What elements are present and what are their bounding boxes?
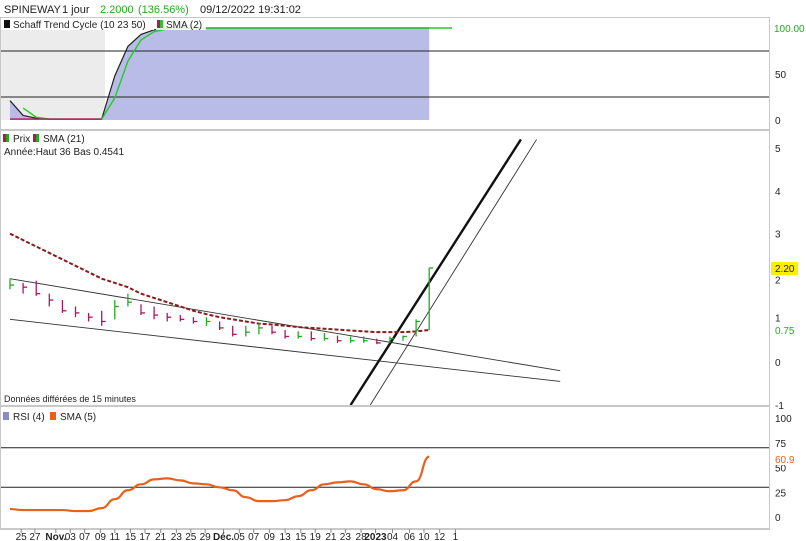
rsi-plot: [1, 447, 769, 513]
stc-legend-swatch: [4, 20, 10, 28]
rsi-sma-line: [9, 455, 430, 513]
trendline-4: [369, 139, 538, 405]
sma21-line: [9, 232, 430, 334]
sma-last-badge: 0.75: [771, 324, 798, 337]
stc-plot: [1, 27, 769, 120]
axes: 050-1012345025507510025 27 Nov.03 07 09 11 15 1…: [0, 70, 792, 541]
x-label-19: 15: [295, 532, 307, 541]
x-label-5: 07: [79, 532, 91, 541]
price-legend-label: Prix: [13, 134, 30, 145]
x-label-6: 09: [95, 532, 107, 541]
sma21-legend-swatch-red: [33, 134, 36, 142]
rsi-ytick-25: 25: [775, 488, 787, 499]
price-last-badge: 2.20: [771, 262, 798, 275]
x-label-1: 25: [16, 532, 28, 541]
x-label-15: 05: [234, 532, 246, 541]
rsi-legend-label: RSI (4): [13, 412, 45, 423]
x-label-14: Déc.: [213, 532, 234, 541]
x-label-27: 10: [418, 532, 430, 541]
price-ytick-3: 3: [775, 230, 781, 241]
x-label-28: 12: [434, 532, 446, 541]
x-label-3: Nov.: [45, 532, 66, 541]
trendline-3: [349, 138, 522, 405]
rsi-last-value: 60.9: [775, 455, 795, 466]
header-datetime: 09/12/2022 19:31:02: [200, 4, 301, 16]
sma21-legend-label: SMA (21): [43, 134, 85, 145]
x-label-13: 29: [200, 532, 212, 541]
stc-ytick-50: 50: [775, 70, 787, 81]
header-change: (136.56%): [138, 4, 189, 16]
price-ytick--1: -1: [775, 401, 784, 412]
rsi-ytick-100: 100: [775, 414, 792, 425]
x-label-26: 06: [404, 532, 416, 541]
x-label-10: 21: [155, 532, 167, 541]
price-legend: Prix SMA (21) Année:Haut 36 Bas 0.4541 D…: [3, 134, 136, 404]
rsi-last-badge: 60.9: [771, 453, 798, 466]
x-label-24: 2023: [364, 532, 387, 541]
stc-neutral-zone: [1, 30, 105, 120]
x-label-25: 04: [387, 532, 399, 541]
price-legend-swatch-red: [3, 134, 6, 142]
stc-ytick-0: 0: [775, 116, 781, 127]
trendline-2: [9, 318, 561, 382]
rsi-legend: RSI (4) SMA (5): [3, 412, 96, 423]
x-label-18: 13: [280, 532, 292, 541]
x-label-12: 25: [185, 532, 197, 541]
x-label-22: 23: [340, 532, 352, 541]
x-label-4: 03: [65, 532, 77, 541]
sma-last-value: 0.75: [775, 326, 795, 337]
rsi-ytick-0: 0: [775, 513, 781, 524]
rsi-ytick-75: 75: [775, 439, 787, 450]
header-period: 1 jour: [62, 4, 90, 16]
stc-sma-swatch-green: [160, 20, 163, 28]
x-label-11: 23: [171, 532, 183, 541]
price-ytick-2: 2: [775, 276, 781, 287]
stc-legend: Schaff Trend Cycle (10 23 50) SMA (2): [1, 18, 206, 31]
rsi-sma-legend-label: SMA (5): [60, 412, 96, 423]
x-label-29: 1: [453, 532, 459, 541]
price-ytick-5: 5: [775, 144, 781, 155]
price-legend-swatch-green: [6, 134, 9, 142]
rsi-legend-swatch: [3, 412, 9, 420]
stc-legend-label: Schaff Trend Cycle (10 23 50): [13, 20, 146, 31]
rsi-panel-frame: [0, 406, 770, 529]
x-label-17: 09: [264, 532, 276, 541]
stc-last-badge: 100.00: [771, 22, 805, 35]
price-plot: [9, 138, 561, 405]
stc-sma-swatch-red: [157, 20, 160, 28]
x-label-20: 19: [310, 532, 322, 541]
header-price: 2.2000: [100, 4, 134, 16]
x-label-21: 21: [325, 532, 337, 541]
stc-sma-legend-label: SMA (2): [166, 20, 202, 31]
drawings-group: [9, 138, 561, 405]
x-label-9: 17: [139, 532, 151, 541]
price-last-value: 2.20: [775, 264, 795, 275]
delay-note: Données différées de 15 minutes: [4, 394, 136, 404]
trendline-1: [9, 278, 561, 372]
x-label-16: 07: [248, 532, 260, 541]
x-label-8: 15: [125, 532, 137, 541]
x-label-7: 11: [110, 532, 121, 541]
x-label-2: 27: [29, 532, 41, 541]
header-symbol: SPINEWAY: [4, 4, 62, 16]
price-ytick-0: 0: [775, 358, 781, 369]
rsi-sma-legend-swatch: [50, 412, 56, 420]
price-ytick-4: 4: [775, 187, 781, 198]
stc-last-value: 100.00: [774, 24, 805, 35]
price-panel-frame: [0, 130, 770, 406]
chart-canvas: SPINEWAY 1 jour 2.2000 (136.56%) 09/12/2…: [0, 4, 805, 541]
sma21-legend-swatch-green: [36, 134, 39, 142]
price-ytick-1: 1: [775, 313, 781, 324]
year-range-note: Année:Haut 36 Bas 0.4541: [4, 147, 125, 158]
